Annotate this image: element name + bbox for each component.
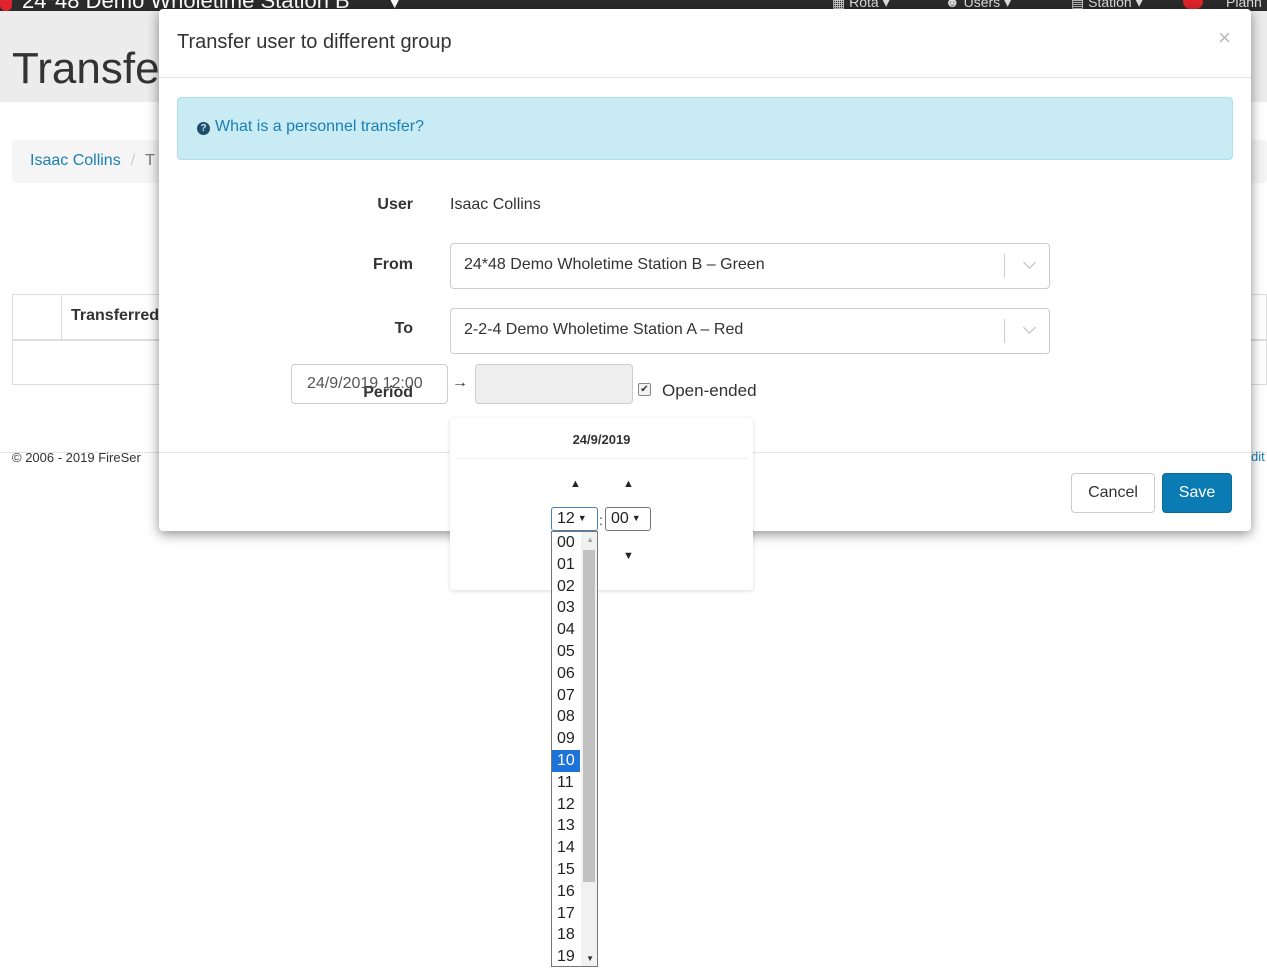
hour-option[interactable]: 02	[552, 576, 580, 598]
open-ended-checkbox[interactable]: ✔	[638, 383, 651, 396]
table-header-transferred: Transferred	[71, 307, 160, 324]
dropdown-arrow-icon: ▼	[577, 513, 587, 523]
save-button[interactable]: Save	[1162, 473, 1232, 513]
user-value: Isaac Collins	[450, 196, 541, 213]
page-title: Transfe	[12, 44, 160, 93]
hour-option[interactable]: 00	[552, 532, 580, 554]
hour-option[interactable]: 07	[552, 685, 580, 707]
page-footer-copyright: © 2006 - 2019 FireSer	[12, 450, 141, 465]
user-label: User	[377, 196, 413, 213]
breadcrumb-current: T	[145, 152, 155, 169]
breadcrumb-user-link[interactable]: Isaac Collins	[30, 152, 121, 169]
from-group-value: 24*48 Demo Wholetime Station B – Green	[464, 256, 765, 273]
time-colon: :	[599, 512, 603, 528]
hour-option[interactable]: 16	[552, 881, 580, 903]
hour-option[interactable]: 08	[552, 706, 580, 728]
question-circle-icon: ?	[197, 122, 210, 135]
scrollbar[interactable]: ▲ ▼	[581, 532, 597, 966]
hour-option[interactable]: 04	[552, 619, 580, 641]
hour-options-list[interactable]: 00 01 02 03 04 05 06 07 08 09 10 11 12 1…	[551, 531, 598, 967]
select-divider	[1004, 319, 1005, 343]
hour-option[interactable]: 09	[552, 728, 580, 750]
select-divider	[1004, 254, 1005, 278]
arrow-right-icon: →	[452, 374, 468, 391]
cancel-button[interactable]: Cancel	[1071, 473, 1155, 513]
scroll-up-icon[interactable]: ▲	[586, 535, 594, 544]
close-icon[interactable]: ×	[1218, 27, 1231, 49]
scroll-down-icon[interactable]: ▼	[586, 954, 594, 963]
hour-select[interactable]: 12 ▼	[551, 507, 598, 531]
hour-option[interactable]: 12	[552, 794, 580, 816]
minute-decrement-icon[interactable]: ▼	[623, 550, 634, 562]
to-label: To	[394, 320, 413, 337]
hour-option[interactable]: 01	[552, 554, 580, 576]
hour-select-value: 12	[557, 510, 575, 527]
hour-option[interactable]: 17	[552, 903, 580, 925]
hour-increment-icon[interactable]: ▲	[570, 478, 581, 490]
hour-option[interactable]: 15	[552, 859, 580, 881]
page-footer-link[interactable]: dit	[1251, 449, 1265, 464]
personnel-transfer-info-link[interactable]: What is a personnel transfer?	[215, 118, 424, 135]
minute-increment-icon[interactable]: ▲	[623, 478, 634, 490]
to-group-value: 2-2-4 Demo Wholetime Station A – Red	[464, 321, 744, 338]
hour-option[interactable]: 19	[552, 946, 580, 966]
from-label: From	[373, 256, 413, 273]
hour-option[interactable]: 14	[552, 837, 580, 859]
table-header-cell	[13, 295, 62, 339]
from-group-select[interactable]: 24*48 Demo Wholetime Station B – Green	[450, 243, 1050, 289]
modal-title: Transfer user to different group	[177, 31, 452, 53]
hour-option[interactable]: 18	[552, 924, 580, 946]
breadcrumb-separator: /	[130, 152, 136, 169]
open-ended-label[interactable]: Open-ended	[662, 381, 757, 401]
scrollbar-thumb[interactable]	[583, 550, 595, 882]
modal-header: Transfer user to different group ×	[159, 9, 1251, 78]
period-end-input[interactable]	[475, 364, 633, 404]
chevron-down-icon[interactable]	[1023, 321, 1036, 334]
datetime-picker: 24/9/2019	[450, 418, 753, 590]
minute-select-value: 00	[611, 510, 629, 527]
hour-option[interactable]: 05	[552, 641, 580, 663]
dropdown-arrow-icon: ▼	[631, 513, 641, 523]
hour-option[interactable]: 11	[552, 772, 580, 794]
info-alert: ? What is a personnel transfer?	[177, 97, 1233, 160]
picker-divider	[456, 458, 747, 459]
minute-select[interactable]: 00 ▼	[605, 507, 651, 531]
brand-logo-icon	[0, 0, 12, 12]
hour-option[interactable]: 03	[552, 597, 580, 619]
hour-option[interactable]: 06	[552, 663, 580, 685]
chevron-down-icon[interactable]	[1023, 256, 1036, 269]
hour-option-highlighted[interactable]: 10	[552, 749, 580, 772]
period-start-input[interactable]: 24/9/2019 12:00	[291, 364, 448, 404]
picker-date: 24/9/2019	[572, 432, 631, 447]
hour-option[interactable]: 13	[552, 815, 580, 837]
to-group-select[interactable]: 2-2-4 Demo Wholetime Station A – Red	[450, 308, 1050, 354]
